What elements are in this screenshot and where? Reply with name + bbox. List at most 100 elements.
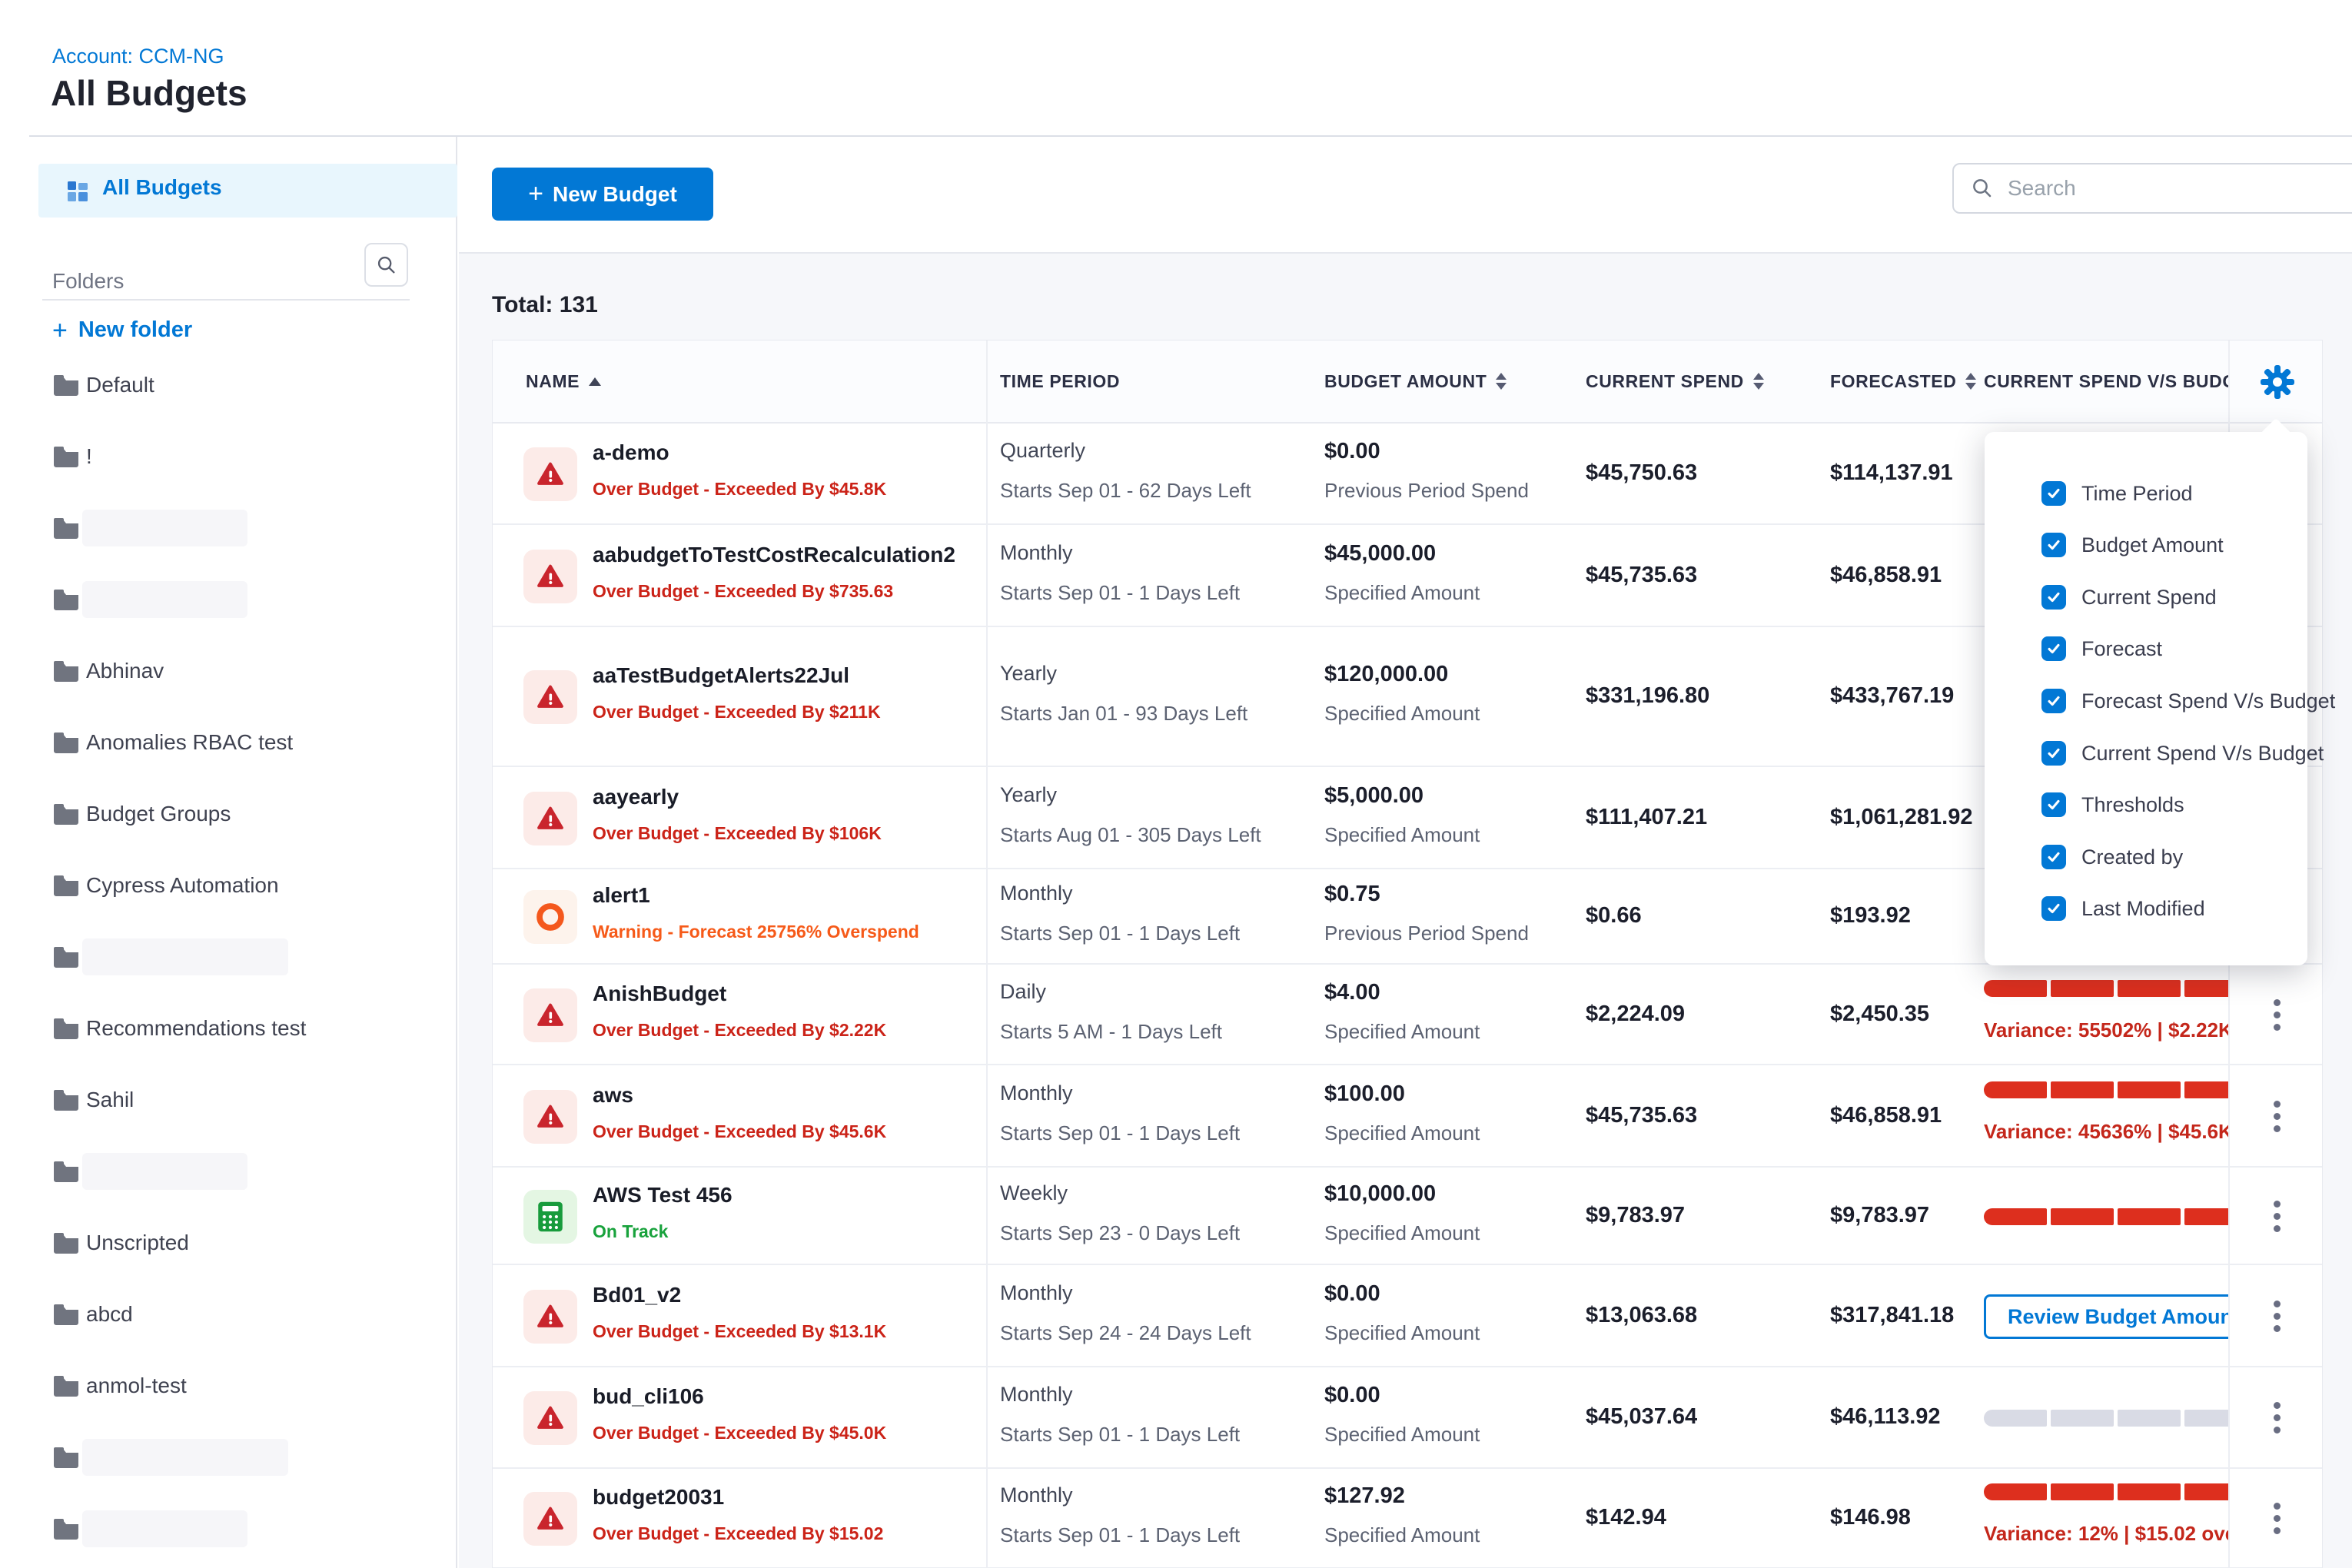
menu-item-current-spend[interactable]: Current Spend (1985, 580, 2307, 614)
row-actions-kebab-icon[interactable] (2265, 1503, 2288, 1534)
time-period-type: Monthly (1000, 1281, 1073, 1305)
forecasted-value: $193.92 (1830, 903, 1911, 929)
folder-item[interactable]: Default (0, 362, 457, 408)
checkbox-checked[interactable] (2041, 896, 2066, 921)
budget-name[interactable]: budget20031 (593, 1485, 724, 1510)
budget-status-text: Over Budget - Exceeded By $45.6K (593, 1121, 886, 1142)
folder-item[interactable]: Anomalies RBAC test (0, 719, 457, 766)
checkbox-checked[interactable] (2041, 533, 2066, 557)
checkbox-checked[interactable] (2041, 741, 2066, 766)
current-spend-value: $142.94 (1586, 1505, 1666, 1530)
column-header-budget-amount[interactable]: BUDGET AMOUNT (1324, 341, 1507, 422)
budget-name[interactable]: alert1 (593, 883, 650, 908)
budget-name[interactable]: bud_cli106 (593, 1384, 704, 1409)
budget-name[interactable]: AWS Test 456 (593, 1183, 733, 1208)
sidebar-item-label: All Budgets (102, 175, 222, 200)
folder-name: Default (86, 373, 154, 397)
new-budget-button[interactable]: + New Budget (492, 168, 713, 221)
sidebar-item-all-budgets[interactable] (38, 164, 457, 218)
variance-text: Variance: 45636% | $45.6K (1984, 1120, 2228, 1144)
row-actions-kebab-icon[interactable] (2265, 999, 2288, 1031)
checkbox-checked[interactable] (2041, 689, 2066, 713)
new-budget-label: New Budget (553, 182, 677, 207)
column-header-forecasted[interactable]: FORECASTED (1830, 341, 1976, 422)
row-actions-kebab-icon[interactable] (2265, 1101, 2288, 1132)
checkbox-checked[interactable] (2041, 585, 2066, 610)
table-row[interactable]: bud_cli106Over Budget - Exceeded By $45.… (493, 1367, 2322, 1469)
table-row[interactable]: awsOver Budget - Exceeded By $45.6KMonth… (493, 1065, 2322, 1168)
redacted-folder-name (82, 581, 247, 618)
current-spend-value: $13,063.68 (1586, 1303, 1697, 1328)
menu-item-created-by[interactable]: Created by (1985, 840, 2307, 874)
budget-name[interactable]: a-demo (593, 440, 669, 465)
menu-item-label: Time Period (2081, 482, 2193, 506)
folder-item[interactable]: ! (0, 434, 457, 480)
budget-name[interactable]: Bd01_v2 (593, 1283, 681, 1307)
folder-item[interactable] (0, 1434, 457, 1480)
folder-item[interactable] (0, 1506, 457, 1552)
new-folder-button[interactable]: + New folder (52, 317, 192, 343)
folder-item[interactable]: Cypress Automation (0, 862, 457, 909)
folder-item[interactable]: Unscripted (0, 1220, 457, 1266)
plus-icon: + (52, 319, 68, 342)
budget-status-text: On Track (593, 1221, 668, 1242)
folder-icon (52, 374, 80, 397)
budget-name[interactable]: aws (593, 1083, 633, 1108)
forecasted-value: $114,137.91 (1830, 460, 1953, 486)
current-spend-value: $45,037.64 (1586, 1404, 1697, 1430)
folder-item[interactable] (0, 1148, 457, 1194)
budget-name[interactable]: aaTestBudgetAlerts22Jul (593, 663, 849, 688)
folder-icon (52, 1017, 80, 1040)
folders-search-button[interactable] (364, 243, 408, 287)
budgets-page: Account: CCM-NG All Budgets All Budgets … (0, 0, 2352, 1568)
checkbox-checked[interactable] (2041, 481, 2066, 506)
time-period-type: Monthly (1000, 541, 1073, 565)
folder-icon (52, 445, 80, 468)
folder-item[interactable]: Sahil (0, 1077, 457, 1123)
table-row[interactable]: budget20031Over Budget - Exceeded By $15… (493, 1469, 2322, 1568)
menu-item-thresholds[interactable]: Thresholds (1985, 788, 2307, 822)
redacted-folder-name (82, 1510, 247, 1547)
folder-item[interactable]: abcd (0, 1291, 457, 1337)
checkbox-checked[interactable] (2041, 845, 2066, 869)
menu-item-budget-amount[interactable]: Budget Amount (1985, 528, 2307, 562)
folder-item[interactable] (0, 505, 457, 551)
budget-name[interactable]: aabudgetToTestCostRecalculation2 (593, 543, 955, 567)
time-period-detail: Starts Sep 23 - 0 Days Left (1000, 1221, 1240, 1245)
warning-triangle-icon (536, 563, 565, 590)
folder-item[interactable]: Recommendations test (0, 1005, 457, 1051)
budget-name[interactable]: AnishBudget (593, 982, 726, 1006)
folder-item[interactable]: Budget Groups (0, 791, 457, 837)
search-input[interactable] (2006, 175, 2301, 201)
folder-item[interactable] (0, 934, 457, 980)
time-period-detail: Starts Sep 01 - 1 Days Left (1000, 1523, 1240, 1547)
menu-item-current-spend-v-s-budget[interactable]: Current Spend V/s Budget (1985, 736, 2307, 770)
menu-item-last-modified[interactable]: Last Modified (1985, 892, 2307, 925)
budget-amount-subtitle: Specified Amount (1324, 823, 1480, 847)
row-actions-kebab-icon[interactable] (2265, 1201, 2288, 1232)
table-row[interactable]: Bd01_v2Over Budget - Exceeded By $13.1KM… (493, 1265, 2322, 1367)
row-actions-kebab-icon[interactable] (2265, 1402, 2288, 1433)
table-row[interactable]: AnishBudgetOver Budget - Exceeded By $2.… (493, 965, 2322, 1065)
table-row[interactable]: AWS Test 456On TrackWeeklyStarts Sep 23 … (493, 1168, 2322, 1265)
folder-item[interactable] (0, 576, 457, 623)
checkbox-checked[interactable] (2041, 636, 2066, 661)
table-header: NAME TIME PERIOD BUDGET AMOUNT CURRENT S… (493, 341, 2322, 424)
column-header-name[interactable]: NAME (526, 341, 601, 422)
folder-name: Unscripted (86, 1231, 189, 1255)
menu-item-forecast[interactable]: Forecast (1985, 632, 2307, 666)
folder-item[interactable]: Abhinav (0, 648, 457, 694)
menu-item-time-period[interactable]: Time Period (1985, 477, 2307, 510)
budget-status-icon (523, 1090, 577, 1144)
column-settings-gear-icon[interactable] (2259, 364, 2296, 400)
column-header-current-spend[interactable]: CURRENT SPEND (1586, 341, 1764, 422)
review-budget-amount-button[interactable]: Review Budget Amount (1984, 1294, 2228, 1339)
row-actions-kebab-icon[interactable] (2265, 1301, 2288, 1332)
budget-name[interactable]: aayearly (593, 785, 679, 809)
checkbox-checked[interactable] (2041, 792, 2066, 817)
column-label: CURRENT SPEND (1586, 371, 1744, 392)
menu-item-forecast-spend-v-s-budget[interactable]: Forecast Spend V/s Budget (1985, 684, 2307, 718)
redacted-folder-name (82, 1439, 288, 1476)
folder-item[interactable]: anmol-test (0, 1363, 457, 1409)
account-breadcrumb[interactable]: Account: CCM-NG (52, 45, 224, 68)
